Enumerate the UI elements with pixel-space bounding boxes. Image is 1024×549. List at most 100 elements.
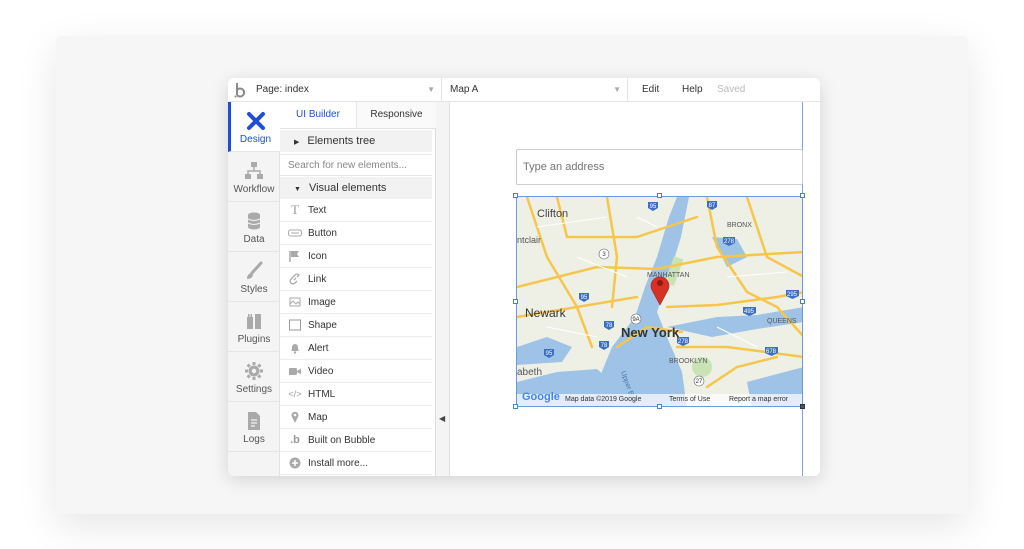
edit-menu[interactable]: Edit (642, 78, 659, 102)
element-icon[interactable]: Icon (280, 245, 432, 268)
element-shape[interactable]: Shape (280, 314, 432, 337)
element-label: Button (308, 228, 337, 239)
nav-styles[interactable]: Styles (228, 252, 280, 302)
resize-handle-ne[interactable] (800, 193, 805, 198)
panel-tabs: UI Builder Responsive (280, 102, 436, 128)
map-attribution: Map data ©2019 Google (565, 396, 642, 403)
element-label: Icon (308, 251, 327, 262)
map-report-link[interactable]: Report a map error (729, 396, 788, 403)
map-element[interactable]: 95 87 278 3 95 295 495 78 9A 78 95 278 6… (516, 196, 803, 407)
svg-text:278: 278 (724, 239, 735, 245)
element-selector-label: Map A (450, 84, 479, 95)
map-label-brooklyn: BROOKLYN (669, 358, 707, 365)
plugin-icon (247, 314, 261, 329)
tab-ui-builder[interactable]: UI Builder (280, 102, 356, 128)
element-label: Text (308, 205, 327, 216)
visual-elements-toggle[interactable]: ▼ Visual elements (280, 177, 432, 199)
route-shield-3: 3 (598, 248, 610, 260)
element-label: Built on Bubble (308, 435, 376, 446)
workflow-icon (245, 162, 263, 179)
design-icon (246, 112, 265, 130)
elements-panel: UI Builder Responsive ▶ Elements tree Sea… (280, 102, 488, 476)
video-icon (288, 364, 302, 378)
nav-design-label: Design (239, 134, 272, 145)
element-link[interactable]: Link (280, 268, 432, 291)
element-label: Shape (308, 320, 337, 331)
save-status: Saved (717, 84, 746, 95)
editor-window: Page: index ▼ Map A ▼ Edit Help Saved De… (228, 78, 820, 476)
link-icon (288, 272, 302, 286)
interstate-shield-278: 278 (723, 237, 735, 246)
svg-text:95: 95 (546, 351, 553, 357)
route-shield-27: 27 (693, 375, 705, 387)
nav-data-label: Data (243, 234, 265, 245)
map-label-montclair: ntclair (517, 235, 541, 245)
svg-text:78: 78 (601, 343, 608, 349)
svg-text:27: 27 (696, 379, 703, 385)
element-video[interactable]: Video (280, 360, 432, 383)
element-label: HTML (308, 389, 336, 400)
svg-text:9A: 9A (632, 317, 639, 323)
resize-handle-nw[interactable] (513, 193, 518, 198)
svg-text:95: 95 (581, 295, 588, 301)
element-alert[interactable]: Alert (280, 337, 432, 360)
top-bar: Page: index ▼ Map A ▼ Edit Help Saved (228, 78, 820, 102)
address-input[interactable] (516, 149, 803, 185)
nav-workflow[interactable]: Workflow (228, 152, 280, 202)
bubble-logo-icon[interactable] (234, 82, 248, 98)
tab-responsive[interactable]: Responsive (356, 102, 436, 128)
element-button[interactable]: Button (280, 222, 432, 245)
nav-design[interactable]: Design (228, 102, 280, 152)
svg-text:87: 87 (709, 203, 716, 209)
page-selector[interactable]: Page: index ▼ (250, 78, 442, 102)
code-icon: </> (288, 389, 302, 399)
svg-text:295: 295 (787, 292, 798, 298)
brush-icon (247, 261, 263, 279)
element-built-on-bubble[interactable]: .b Built on Bubble (280, 429, 432, 452)
text-icon: T (291, 202, 299, 217)
caret-right-icon: ▶ (294, 139, 300, 146)
resize-handle-s[interactable] (657, 404, 662, 409)
image-icon (288, 295, 302, 309)
elements-tree-toggle[interactable]: ▶ Elements tree (280, 130, 432, 152)
route-shield-9a: 9A (630, 313, 642, 325)
elements-tree-label: Elements tree (307, 135, 376, 147)
element-map[interactable]: Map (280, 406, 432, 429)
nav-settings[interactable]: Settings (228, 352, 280, 402)
map-label-newark: Newark (525, 306, 567, 320)
resize-handle-e[interactable] (800, 299, 805, 304)
bell-icon (288, 341, 302, 355)
page-selector-label: Page: index (256, 84, 309, 95)
nav-settings-label: Settings (235, 384, 273, 395)
map-terms-link[interactable]: Terms of Use (669, 396, 710, 403)
element-image[interactable]: Image (280, 291, 432, 314)
element-html[interactable]: </> HTML (280, 383, 432, 406)
map-pin-icon (288, 410, 302, 424)
nav-data[interactable]: Data (228, 202, 280, 252)
document-icon (248, 412, 260, 430)
map-label-elizabeth: abeth (517, 367, 542, 378)
button-icon (288, 226, 302, 240)
element-install-more[interactable]: Install more... (280, 452, 432, 475)
resize-handle-w[interactable] (513, 299, 518, 304)
map-label-manhattan: MANHATTAN (647, 272, 690, 279)
search-elements-input[interactable]: Search for new elements... (280, 154, 432, 176)
plus-circle-icon (288, 456, 302, 470)
resize-handle-se[interactable] (800, 404, 805, 409)
help-menu[interactable]: Help (682, 78, 703, 102)
chevron-down-icon: ▼ (427, 85, 435, 94)
map-label-clifton: Clifton (537, 208, 568, 220)
resize-handle-n[interactable] (657, 193, 662, 198)
element-selector[interactable]: Map A ▼ (444, 78, 628, 102)
nav-plugins[interactable]: Plugins (228, 302, 280, 352)
visual-elements-label: Visual elements (308, 182, 387, 194)
element-text[interactable]: T Text (280, 199, 432, 222)
design-canvas[interactable]: 95 87 278 3 95 295 495 78 9A 78 95 278 6… (450, 102, 820, 476)
element-label: Video (308, 366, 334, 377)
nav-styles-label: Styles (240, 284, 268, 295)
nav-logs[interactable]: Logs (228, 402, 280, 452)
google-logo: Google (522, 391, 560, 403)
panel-collapse-strip[interactable]: ◀ (436, 102, 450, 476)
resize-handle-sw[interactable] (513, 404, 518, 409)
nav-plugins-label: Plugins (237, 334, 271, 345)
